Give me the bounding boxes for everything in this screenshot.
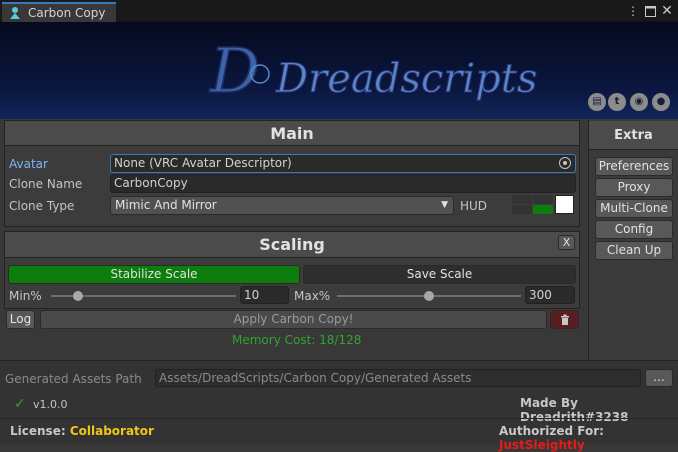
license-label: License:	[10, 424, 66, 438]
preferences-button[interactable]: Preferences	[595, 157, 673, 176]
assets-path-value: Assets/DreadScripts/Carbon Copy/Generate…	[159, 371, 472, 385]
hud-toggle-4[interactable]	[533, 205, 553, 214]
max-value: 300	[529, 288, 552, 302]
banner: D Dreadscripts	[0, 22, 678, 119]
footer-divider	[0, 418, 678, 419]
store-icon[interactable]: ▤	[588, 93, 606, 111]
min-value: 10	[244, 288, 260, 302]
check-icon: ✓	[14, 396, 26, 412]
made-by[interactable]: Made By Dreadrith#3238	[520, 396, 678, 424]
carbon-copy-icon	[10, 7, 20, 19]
log-button[interactable]: Log	[6, 310, 35, 329]
maximize-icon[interactable]	[643, 3, 657, 19]
assets-path-label: Generated Assets Path	[5, 372, 142, 386]
clone-name-input[interactable]: CarbonCopy	[110, 174, 576, 193]
hud-label: HUD	[460, 199, 488, 213]
dreadscripts-logo: D Dreadscripts	[208, 33, 538, 108]
main-title: Main	[5, 121, 579, 146]
proxy-button[interactable]: Proxy	[595, 178, 673, 197]
browse-button[interactable]: ...	[645, 369, 673, 387]
avatar-label: Avatar	[9, 157, 48, 171]
assets-path-field[interactable]: Assets/DreadScripts/Carbon Copy/Generate…	[155, 369, 641, 387]
object-picker-icon[interactable]	[559, 157, 571, 169]
chevron-down-icon: ▼	[441, 200, 448, 210]
tab-title: Carbon Copy	[28, 6, 106, 20]
window-tab[interactable]: Carbon Copy	[2, 2, 116, 22]
trash-icon	[560, 314, 569, 325]
multi-clone-button[interactable]: Multi-Clone	[595, 199, 673, 218]
delete-button[interactable]	[550, 310, 579, 329]
hud-toggle-1[interactable]	[512, 195, 532, 204]
twitter-icon[interactable]: t	[608, 93, 626, 111]
memory-cost: Memory Cost: 18/128	[232, 333, 362, 347]
github-icon[interactable]: ●	[652, 93, 670, 111]
license-value: Collaborator	[69, 424, 154, 438]
config-button[interactable]: Config	[595, 220, 673, 239]
kebab-menu-icon[interactable]: ⋮	[626, 3, 640, 19]
min-label: Min%	[9, 289, 42, 303]
clone-type-label: Clone Type	[9, 199, 75, 213]
hud-toggle-2[interactable]	[533, 195, 553, 204]
clone-name-label: Clone Name	[9, 177, 83, 191]
discord-icon[interactable]: ◉	[630, 93, 648, 111]
clone-type-value: Mimic And Mirror	[115, 198, 217, 212]
save-scale-button[interactable]: Save Scale	[303, 265, 576, 284]
max-input[interactable]: 300	[525, 286, 575, 304]
version: v1.0.0	[33, 398, 68, 411]
min-slider-thumb[interactable]	[72, 291, 83, 301]
max-label: Max%	[294, 289, 331, 303]
extra-panel	[588, 120, 678, 360]
close-icon[interactable]: ✕	[660, 3, 674, 19]
clone-name-value: CarbonCopy	[114, 176, 188, 190]
min-input[interactable]: 10	[240, 286, 289, 304]
avatar-field[interactable]: None (VRC Avatar Descriptor)	[110, 154, 576, 173]
scaling-close-button[interactable]: X	[558, 235, 575, 250]
scaling-title: Scaling	[5, 232, 579, 258]
logo-text: Dreadscripts	[275, 56, 537, 102]
hud-color-swatch[interactable]	[555, 195, 574, 214]
stabilize-scale-button[interactable]: Stabilize Scale	[8, 265, 300, 284]
extra-title: Extra	[589, 121, 678, 150]
apply-carbon-copy-button[interactable]: Apply Carbon Copy!	[40, 310, 547, 329]
clean-up-button[interactable]: Clean Up	[595, 241, 673, 260]
authorized-value: JustSleightly	[499, 438, 585, 452]
clone-type-dropdown[interactable]: Mimic And Mirror ▼	[110, 196, 454, 215]
hud-toggle-3[interactable]	[512, 205, 532, 214]
avatar-value: None (VRC Avatar Descriptor)	[114, 156, 292, 170]
authorized-label: Authorized For:	[499, 424, 604, 438]
